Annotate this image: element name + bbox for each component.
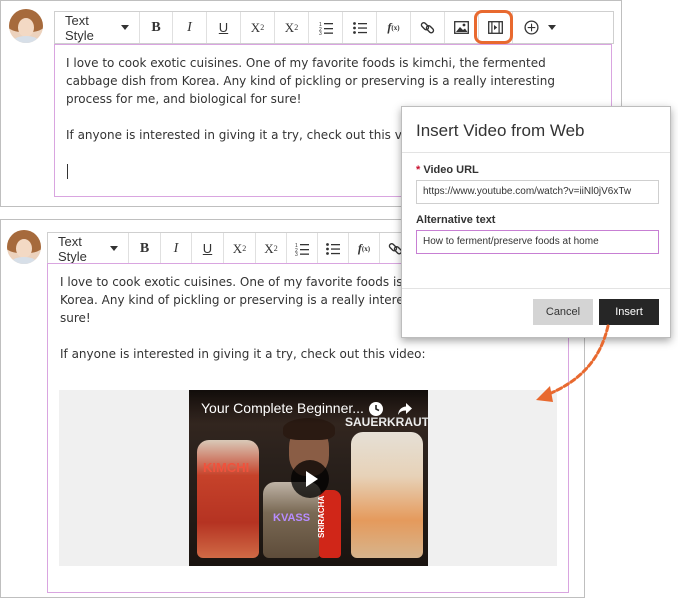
chevron-down-icon	[110, 246, 118, 251]
dialog-footer-divider	[402, 288, 670, 289]
superscript-button[interactable]: X2	[224, 233, 256, 264]
chevron-down-icon	[548, 25, 556, 30]
italic-label: I	[187, 19, 192, 35]
bold-button[interactable]: B	[129, 233, 161, 264]
share-icon[interactable]	[397, 402, 413, 416]
svg-text:3: 3	[319, 31, 322, 35]
play-icon[interactable]	[291, 460, 329, 498]
alt-text-input[interactable]: How to ferment/preserve foods at home	[416, 230, 659, 254]
math-mark: (x)	[361, 244, 371, 253]
video-label-kvass: KVASS	[273, 512, 311, 524]
insert-video-dialog: Insert Video from Web * Video URL https:…	[401, 106, 671, 338]
video-button-highlight	[474, 10, 513, 44]
subscript-label: X	[264, 240, 274, 256]
add-content-button[interactable]	[513, 12, 567, 43]
embedded-video-block: KIMCHI KVASS SRIRACHA SAUERKRAUT Your Co…	[59, 390, 557, 566]
math-button[interactable]: f (x)	[377, 12, 411, 43]
image-icon	[454, 21, 469, 34]
text-cursor	[67, 164, 68, 179]
bold-label: B	[151, 19, 161, 35]
underline-button[interactable]: U	[192, 233, 224, 264]
subscript-label: X	[284, 19, 295, 35]
bullet-list-button[interactable]	[318, 233, 349, 264]
chevron-down-icon	[121, 25, 129, 30]
subscript-button[interactable]: X2	[256, 233, 287, 264]
link-icon	[420, 22, 435, 34]
video-title: Your Complete Beginner...	[201, 400, 364, 416]
svg-text:3: 3	[295, 252, 298, 256]
editor-toolbar: Text Style B I U X2 X2 123 f (x)	[54, 11, 614, 44]
text-style-label: Text Style	[65, 12, 94, 43]
video-url-input[interactable]: https://www.youtube.com/watch?v=iiNl0jV6…	[416, 180, 659, 204]
subscript-button[interactable]: X2	[275, 12, 309, 43]
video-label-sriracha: SRIRACHA	[317, 495, 326, 538]
bullet-list-icon	[352, 21, 367, 34]
post-paragraph-2: If anyone is interested in giving it a t…	[60, 347, 426, 361]
superscript-label: X	[232, 240, 243, 256]
sauerkraut-jar	[351, 432, 423, 558]
ordered-list-icon: 123	[319, 22, 333, 35]
bold-label: B	[139, 240, 150, 256]
subscript-mark: 2	[294, 23, 299, 32]
video-url-label-text: Video URL	[423, 164, 479, 176]
ordered-list-icon: 123	[295, 243, 309, 256]
dialog-title: Insert Video from Web	[416, 121, 585, 140]
superscript-mark: 2	[260, 23, 265, 32]
ordered-list-button[interactable]: 123	[309, 12, 343, 43]
avatar	[7, 230, 41, 264]
superscript-label: X	[250, 19, 261, 35]
required-marker: *	[416, 164, 421, 176]
kimchi-jar	[197, 440, 259, 558]
text-style-dropdown[interactable]: Text Style	[48, 233, 129, 264]
bold-button[interactable]: B	[140, 12, 173, 43]
video-label-kimchi: KIMCHI	[203, 460, 250, 475]
italic-button[interactable]: I	[161, 233, 192, 264]
text-style-label: Text Style	[58, 233, 87, 264]
bullet-list-button[interactable]	[343, 12, 377, 43]
avatar	[9, 9, 43, 43]
underline-button[interactable]: U	[207, 12, 241, 43]
math-mark: (x)	[391, 23, 400, 32]
superscript-mark: 2	[242, 244, 247, 253]
video-player[interactable]: KIMCHI KVASS SRIRACHA SAUERKRAUT Your Co…	[189, 390, 428, 566]
plus-circle-icon	[524, 20, 539, 35]
ordered-list-button[interactable]: 123	[287, 233, 318, 264]
dialog-divider	[402, 152, 670, 153]
underline-label: U	[202, 241, 213, 256]
subscript-mark: 2	[273, 244, 278, 253]
superscript-button[interactable]: X2	[241, 12, 275, 43]
curved-arrow	[536, 324, 610, 402]
bullet-list-icon	[326, 242, 340, 255]
clock-icon[interactable]	[368, 401, 384, 417]
text-style-dropdown[interactable]: Text Style	[55, 12, 140, 43]
post-paragraph-1: I love to cook exotic cuisines. One of m…	[66, 56, 555, 106]
italic-button[interactable]: I	[173, 12, 207, 43]
math-button[interactable]: f (x)	[349, 233, 380, 264]
underline-label: U	[218, 20, 229, 35]
link-button[interactable]	[411, 12, 445, 43]
italic-label: I	[173, 240, 179, 256]
video-url-label: * Video URL	[416, 164, 479, 176]
alt-text-label: Alternative text	[416, 214, 496, 226]
